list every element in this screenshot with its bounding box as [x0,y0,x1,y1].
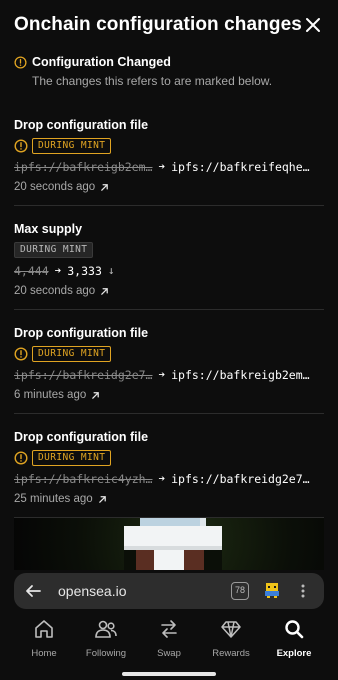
pixel-art-block [140,518,200,526]
home-icon [35,620,53,638]
external-link-icon [101,183,109,191]
nft-preview-image[interactable] [14,518,324,570]
change-name: Drop configuration file [14,430,149,444]
new-value: ipfs://bafkreidg2e7… [171,471,310,486]
timestamp: 20 seconds ago [14,285,96,297]
warning-icon [14,139,28,153]
arrow-right-icon: ➔ [158,472,166,485]
url-text[interactable]: opensea.io [58,583,127,599]
nav-following[interactable]: Following [71,618,141,659]
nav-explore[interactable]: Explore [259,618,329,659]
change-values: ipfs://bafkreidg2e7… ➔ ipfs://bafkreigb2… [14,366,324,383]
nav-home[interactable]: Home [9,618,79,659]
nav-label: Swap [157,648,181,659]
warning-icon [14,451,28,465]
timestamp-link[interactable]: 20 seconds ago [14,179,324,195]
nav-swap[interactable]: Swap [134,618,204,659]
new-value: ipfs://bafkreigb2em… [171,367,310,382]
people-icon [95,620,117,638]
external-link-icon [101,287,109,295]
back-arrow-icon[interactable] [24,582,42,600]
change-entry: Max supply DURING MINT 4,444 ➔ 3,333 ↓ 2… [14,206,324,310]
status-badge: DURING MINT [32,138,112,154]
change-list: Drop configuration file DURING MINT ipfs… [14,102,324,518]
page-title: Onchain configuration changes [14,14,302,35]
pixel-art-block [124,526,222,546]
tab-count-button[interactable]: 78 [231,582,249,600]
old-value: ipfs://bafkreidg2e7… [14,367,153,382]
warning-icon [14,347,28,361]
timestamp: 25 minutes ago [14,493,93,505]
status-badge: DURING MINT [32,450,112,466]
pixel-art-block [184,550,204,570]
pixel-art-block [136,550,154,570]
notice-description: The changes this refers to are marked be… [32,74,273,88]
change-name: Drop configuration file [14,118,149,132]
external-link-icon [92,391,100,399]
browser-url-bar[interactable]: opensea.io 78 [14,573,324,609]
extension-icon[interactable] [262,580,282,600]
notice-title: Configuration Changed [32,55,171,69]
change-name: Max supply [14,222,83,236]
timestamp: 6 minutes ago [14,389,87,401]
pixel-art-block [154,550,184,570]
change-entry: Drop configuration file DURING MINT ipfs… [14,102,324,206]
old-value: 4,444 [14,263,49,278]
arrow-right-icon: ➔ [54,264,62,277]
pixel-art-block [204,550,222,570]
timestamp-link[interactable]: 20 seconds ago [14,283,324,299]
search-icon [285,620,304,639]
timestamp-link[interactable]: 25 minutes ago [14,491,324,507]
warning-icon [14,56,27,69]
change-name: Drop configuration file [14,326,149,340]
change-entry: Drop configuration file DURING MINT ipfs… [14,310,324,414]
arrow-right-icon: ➔ [158,160,166,173]
old-value: ipfs://bafkreigb2em… [14,159,153,174]
change-values: ipfs://bafkreic4yzh… ➔ ipfs://bafkreidg2… [14,470,324,487]
external-link-icon [98,495,106,503]
home-indicator[interactable] [122,672,216,676]
bottom-nav: Home Following Swap Rewards Explore [0,612,338,666]
arrow-down-icon: ↓ [107,264,115,277]
nav-rewards[interactable]: Rewards [196,618,266,659]
more-vertical-icon[interactable] [300,582,306,600]
change-values: ipfs://bafkreigb2em… ➔ ipfs://bafkreifeq… [14,158,324,175]
old-value: ipfs://bafkreic4yzh… [14,471,153,486]
swap-icon [161,620,177,638]
close-icon[interactable] [302,14,324,36]
nav-label: Rewards [212,648,250,659]
arrow-right-icon: ➔ [158,368,166,381]
timestamp-link[interactable]: 6 minutes ago [14,387,324,403]
change-values: 4,444 ➔ 3,333 ↓ [14,262,324,279]
change-entry: Drop configuration file DURING MINT ipfs… [14,414,324,518]
status-badge: DURING MINT [32,346,112,362]
status-badge: DURING MINT [14,242,94,258]
nav-label: Explore [276,648,312,659]
diamond-icon [221,621,241,638]
nav-label: Following [85,648,127,659]
nav-label: Home [31,648,57,659]
sheet-header: Onchain configuration changes [0,0,338,50]
pixel-art-block [124,550,136,570]
timestamp: 20 seconds ago [14,181,96,193]
new-value: ipfs://bafkreifeqhe… [171,159,310,174]
new-value: 3,333 [67,263,102,278]
